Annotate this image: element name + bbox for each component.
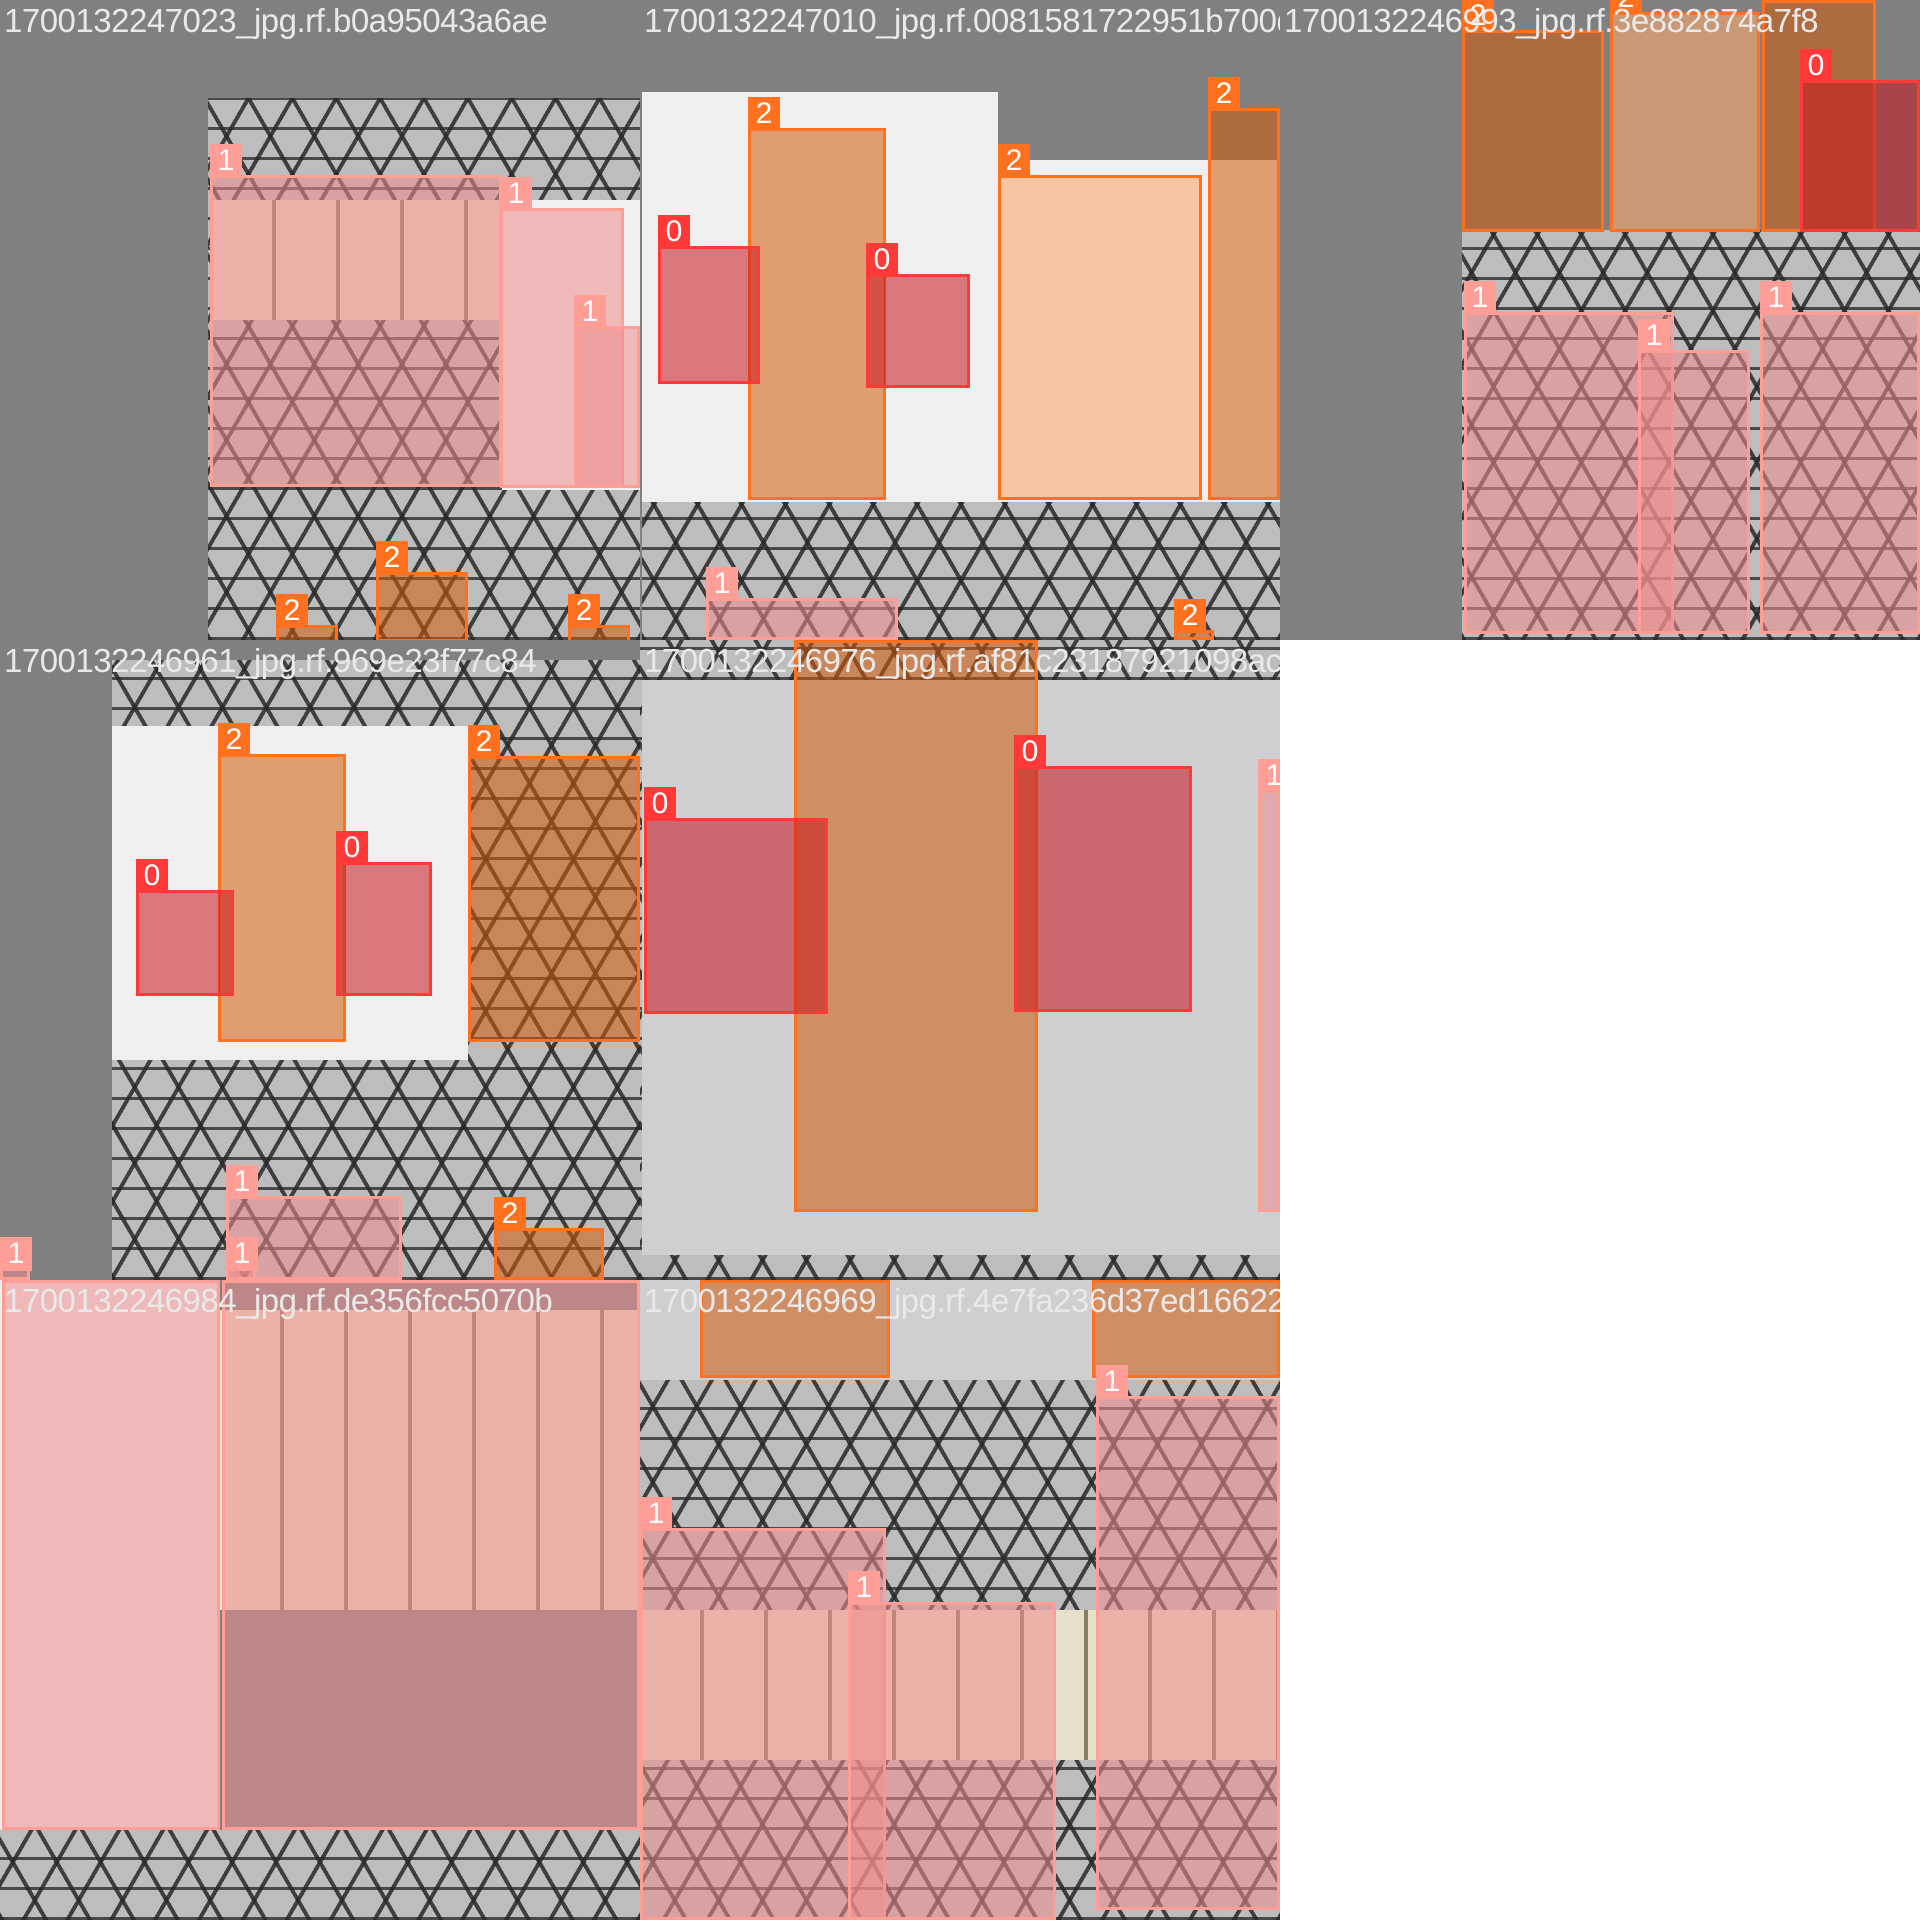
class-label: 2 [468, 725, 500, 759]
detection-box: 1 [222, 1280, 640, 1830]
detection-box: 1 [2, 1280, 220, 1830]
detection-box: 1 [1760, 281, 1920, 634]
class-label: 1 [1096, 1365, 1128, 1399]
class-label: 1 [848, 1571, 880, 1605]
detection-box: 0 [1014, 735, 1192, 1012]
detection-box: 2 [998, 144, 1202, 500]
detection-box: 2 [794, 640, 1038, 1212]
class-label: 1 [1638, 319, 1670, 353]
class-label: 0 [644, 787, 676, 821]
mosaic-tile: 2 0 0 1 1700132246976_jpg.rf.af81c231879… [640, 640, 1280, 1280]
image-filename: 1700132246984_jpg.rf.de356fcc5070b [4, 1282, 553, 1319]
class-label: 1 [1464, 281, 1496, 315]
mosaic-tile: 2 2 1 1 1 1700132246969_jpg.rf.4e7fa236d… [640, 1280, 1280, 1920]
detection-box: 1 [574, 295, 640, 488]
class-label: 0 [1800, 49, 1832, 83]
class-label: 0 [1014, 735, 1046, 769]
class-label: 2 [1174, 599, 1206, 633]
image-filename: 1700132246969_jpg.rf.4e7fa236d37ed16622c [644, 1282, 1280, 1319]
mosaic-tile: 2 2 2 0 1 1 1 1700132246993_jpg.rf.3e882… [1280, 0, 1920, 640]
image-filename: 1700132247023_jpg.rf.b0a95043a6ae [4, 2, 548, 39]
detection-box: 0 [1800, 49, 1920, 232]
class-label: 1 [500, 177, 532, 211]
detection-box: 1 [226, 1237, 258, 1280]
detection-box: 2 [1174, 599, 1214, 640]
detection-box: 2 [1462, 0, 1604, 232]
detection-box: 2 [1208, 77, 1280, 500]
class-label: 2 [1208, 77, 1240, 111]
class-label: 2 [376, 541, 408, 575]
class-label: 1 [226, 1237, 258, 1271]
class-label: 1 [640, 1497, 672, 1531]
class-label: 1 [1258, 759, 1280, 793]
detection-box: 0 [644, 787, 828, 1014]
detection-box: 0 [658, 215, 760, 384]
detection-box: 2 [276, 594, 338, 640]
class-label: 1 [1760, 281, 1792, 315]
mosaic-tile: 1 1 1 2 2 2 1700132247023_jpg.rf.b0a9504… [0, 0, 640, 640]
detection-box: 2 [494, 1197, 604, 1280]
mosaic-tile: 2 0 0 2 2 1 2 1700132247010_jpg.rf.00815… [640, 0, 1280, 640]
class-label: 1 [226, 1165, 258, 1199]
detection-box: 2 [1610, 0, 1760, 232]
detection-box: 1 [210, 144, 502, 487]
class-label: 1 [706, 567, 738, 601]
detection-box: 1 [706, 567, 898, 640]
mosaic-tile: 1 1 1700132246984_jpg.rf.de356fcc5070b [0, 1280, 640, 1920]
class-label: 2 [494, 1197, 526, 1231]
class-label: 2 [748, 97, 780, 131]
image-filename: 1700132246993_jpg.rf.3e882874a7f8 [1284, 2, 1819, 39]
mosaic-tile: 2 2 0 0 1 2 1 1 1700132246961_jpg.rf.969… [0, 640, 640, 1280]
detection-box: 2 [568, 594, 630, 640]
class-label: 0 [136, 859, 168, 893]
class-label: 2 [276, 594, 308, 628]
detection-box: 1 [1096, 1365, 1280, 1910]
image-filename: 1700132246961_jpg.rf.969e23f77c84 [4, 642, 537, 679]
class-label: 2 [218, 723, 250, 757]
detection-box: 2 [376, 541, 468, 640]
class-label: 2 [998, 144, 1030, 178]
training-batch-mosaic: 1 1 1 2 2 2 1700132247023_jpg.rf.b0a9504… [0, 0, 1920, 1920]
detection-box: 1 [1258, 759, 1280, 1212]
class-label: 2 [568, 594, 600, 628]
detection-box: 1 [848, 1571, 1056, 1920]
image-filename: 1700132246976_jpg.rf.af81c23187921098ac7 [644, 642, 1280, 679]
class-label: 1 [0, 1237, 32, 1271]
detection-box: 1 [1638, 319, 1750, 634]
detection-box: 0 [136, 859, 234, 996]
class-label: 1 [574, 295, 606, 329]
detection-box: 0 [336, 831, 432, 996]
roof-truss [0, 1830, 640, 1920]
detection-box: 2 [218, 723, 346, 1042]
detection-box: 1 [0, 1237, 32, 1280]
detection-box: 0 [866, 243, 970, 388]
detection-box: 2 [468, 725, 640, 1042]
class-label: 0 [658, 215, 690, 249]
image-filename: 1700132247010_jpg.rf.0081581722951b700db… [644, 2, 1280, 39]
class-label: 0 [866, 243, 898, 277]
class-label: 0 [336, 831, 368, 865]
class-label: 1 [210, 144, 242, 178]
